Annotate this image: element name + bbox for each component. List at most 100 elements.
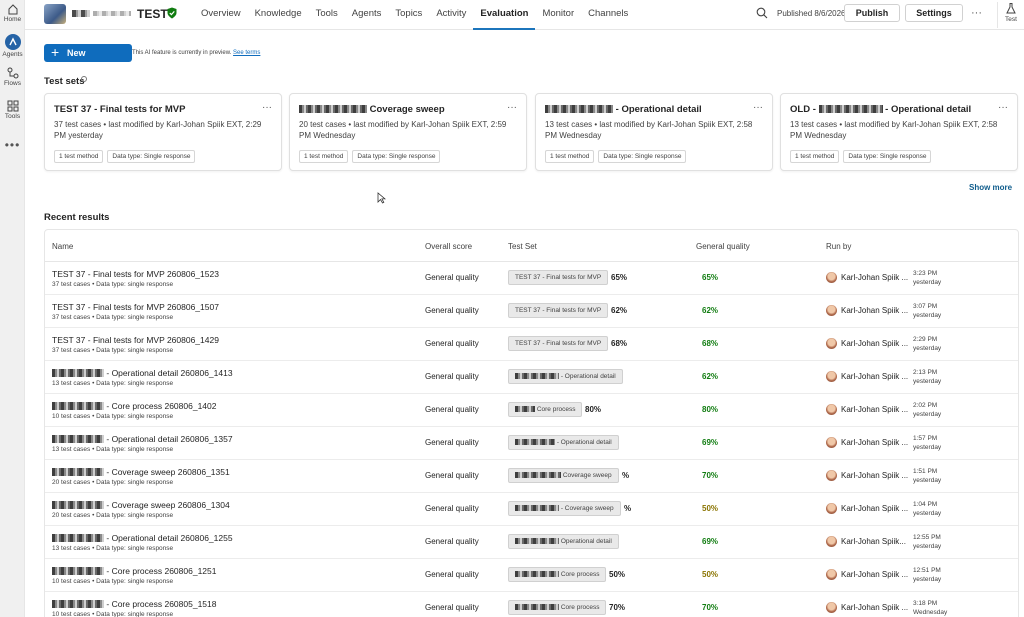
column-run-by[interactable]: Run by [826, 242, 851, 251]
result-name[interactable]: - Operational detail 260806_1357 [52, 434, 233, 444]
tab-knowledge[interactable]: Knowledge [248, 0, 309, 30]
rail-home[interactable]: Home [0, 3, 25, 23]
result-name[interactable]: TEST 37 - Final tests for MVP 260806_150… [52, 302, 219, 312]
test-set-chip[interactable]: TEST 37 - Final tests for MVP [508, 336, 609, 351]
table-row[interactable]: - Operational detail 260806_1357 13 test … [45, 427, 1018, 460]
general-quality-score: 80% [702, 405, 719, 414]
settings-button[interactable]: Settings [905, 4, 963, 22]
rail-more-button[interactable]: ••• [0, 138, 25, 152]
rail-tools-label: Tools [4, 113, 21, 120]
result-name[interactable]: TEST 37 - Final tests for MVP 260806_142… [52, 335, 219, 345]
column-general-quality[interactable]: General quality [696, 242, 750, 251]
general-quality-score: 50% [702, 570, 719, 579]
overall-score: General quality [425, 438, 479, 447]
search-icon[interactable] [756, 7, 768, 19]
run-by-user: Karl-Johan Spiik ... [841, 405, 909, 414]
overall-score: General quality [425, 471, 479, 480]
table-row[interactable]: - Coverage sweep 260806_1351 20 test case… [45, 460, 1018, 493]
publish-button[interactable]: Publish [844, 4, 900, 22]
card-title: TEST 37 - Final tests for MVP [54, 104, 186, 115]
test-set-card[interactable]: OLD - - Operational detail ··· 13 test c… [780, 93, 1018, 171]
test-set-chip[interactable]: - Operational detail [508, 369, 623, 384]
avatar [826, 536, 837, 547]
column-name[interactable]: Name [52, 242, 73, 251]
card-more-icon[interactable]: ··· [998, 102, 1008, 113]
more-options-button[interactable]: ··· [971, 7, 982, 19]
general-quality-score: 69% [702, 537, 719, 546]
test-set-card[interactable]: Coverage sweep ··· 20 test cases • last … [289, 93, 527, 171]
result-name[interactable]: - Operational detail 260806_1413 [52, 368, 233, 378]
card-more-icon[interactable]: ··· [262, 102, 272, 113]
result-name[interactable]: - Coverage sweep 260806_1351 [52, 467, 230, 477]
test-set-chip[interactable]: Core process [508, 567, 607, 582]
agent-avatar [44, 4, 66, 24]
table-row[interactable]: - Operational detail 260806_1413 13 test … [45, 361, 1018, 394]
table-row[interactable]: - Coverage sweep 260806_1304 20 test case… [45, 493, 1018, 526]
table-row[interactable]: - Core process 260805_1518 10 test cases … [45, 592, 1018, 617]
flask-icon [1006, 3, 1016, 14]
tab-tools[interactable]: Tools [309, 0, 345, 30]
card-more-icon[interactable]: ··· [753, 102, 763, 113]
test-set-chip[interactable]: TEST 37 - Final tests for MVP [508, 270, 609, 285]
test-set-chip[interactable]: Operational detail [508, 534, 619, 549]
rail-agents[interactable]: Agents [0, 34, 25, 58]
test-set-score: % [624, 504, 632, 513]
column-overall-score[interactable]: Overall score [425, 242, 472, 251]
rail-tools[interactable]: Tools [0, 100, 25, 120]
test-set-chip[interactable]: Coverage sweep [508, 468, 619, 483]
tab-topics[interactable]: Topics [388, 0, 429, 30]
overall-score: General quality [425, 339, 479, 348]
redacted-text [545, 105, 613, 113]
test-set-card[interactable]: TEST 37 - Final tests for MVP ··· 37 tes… [44, 93, 282, 171]
table-row[interactable]: TEST 37 - Final tests for MVP 260806_152… [45, 262, 1018, 295]
general-quality-score: 62% [702, 306, 719, 315]
info-icon[interactable] [81, 76, 87, 82]
test-set-score: 65% [611, 273, 628, 282]
new-evaluation-button[interactable]: + New evaluation [44, 44, 132, 76]
test-set-chip[interactable]: TEST 37 - Final tests for MVP [508, 303, 609, 318]
table-row[interactable]: TEST 37 - Final tests for MVP 260806_142… [45, 328, 1018, 361]
redacted-text [52, 534, 104, 542]
card-tag-method: 1 test method [790, 150, 840, 163]
test-set-chip[interactable]: - Coverage sweep [508, 501, 621, 516]
show-more-link[interactable]: Show more [969, 183, 1012, 192]
general-quality-score: 50% [702, 504, 719, 513]
tab-agents[interactable]: Agents [345, 0, 389, 30]
agents-icon [4, 34, 21, 50]
table-row[interactable]: - Core process 260806_1402 10 test cases … [45, 394, 1018, 427]
test-pane-button[interactable]: Test [997, 2, 1024, 28]
run-by-user: Karl-Johan Spiik ... [841, 471, 909, 480]
tab-channels[interactable]: Channels [581, 0, 635, 30]
tab-evaluation[interactable]: Evaluation [473, 0, 536, 30]
card-title: OLD - - Operational detail [790, 104, 972, 115]
general-quality-score: 68% [702, 339, 719, 348]
tab-activity[interactable]: Activity [429, 0, 473, 30]
test-set-score: 50% [609, 570, 626, 579]
column-test-set[interactable]: Test Set [508, 242, 537, 251]
result-name[interactable]: - Operational detail 260806_1255 [52, 533, 233, 543]
tab-overview[interactable]: Overview [194, 0, 248, 30]
top-bar: TEST Overview Knowledge Tools Agents Top… [25, 0, 1024, 30]
result-name[interactable]: TEST 37 - Final tests for MVP 260806_152… [52, 269, 219, 279]
result-name[interactable]: - Core process 260806_1402 [52, 401, 216, 411]
test-set-chip[interactable]: Core process [508, 402, 583, 417]
test-set-card[interactable]: - Operational detail ··· 13 test cases •… [535, 93, 773, 171]
result-name[interactable]: - Core process 260806_1251 [52, 566, 216, 576]
avatar [826, 470, 837, 481]
test-label: Test [1005, 16, 1017, 23]
rail-flows[interactable]: Flows [0, 67, 25, 87]
tab-monitor[interactable]: Monitor [535, 0, 581, 30]
test-set-chip[interactable]: Core process [508, 600, 607, 615]
card-tag-method: 1 test method [545, 150, 595, 163]
result-subtitle: 37 test cases • Data type: single respon… [52, 281, 174, 288]
card-more-icon[interactable]: ··· [507, 102, 517, 113]
result-name[interactable]: - Coverage sweep 260806_1304 [52, 500, 230, 510]
see-terms-link[interactable]: See terms [233, 50, 260, 56]
table-row[interactable]: - Operational detail 260806_1255 13 test … [45, 526, 1018, 559]
avatar [826, 437, 837, 448]
test-set-chip[interactable]: - Operational detail [508, 435, 619, 450]
result-name[interactable]: - Core process 260805_1518 [52, 599, 216, 609]
table-row[interactable]: TEST 37 - Final tests for MVP 260806_150… [45, 295, 1018, 328]
redacted-text [72, 10, 90, 17]
table-row[interactable]: - Core process 260806_1251 10 test cases … [45, 559, 1018, 592]
